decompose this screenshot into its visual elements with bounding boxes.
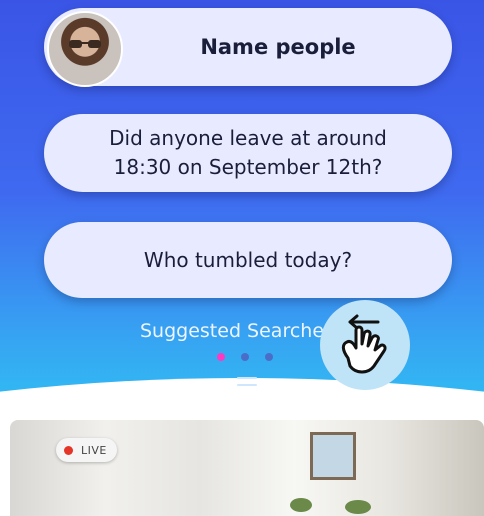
suggestions-panel: Name people Did anyone leave at around 1… — [0, 0, 484, 430]
plant — [345, 500, 371, 514]
live-label: LIVE — [81, 443, 107, 457]
live-badge: LIVE — [56, 438, 117, 462]
prompt-name-people[interactable]: Name people — [44, 8, 452, 87]
prompt-who-tumbled[interactable]: Who tumbled today? — [44, 222, 452, 298]
pagination-dots[interactable] — [217, 353, 273, 361]
glasses-icon — [69, 40, 101, 48]
suggested-searches-label: Suggested Searches — [140, 320, 334, 342]
prompt-label: Name people — [200, 35, 356, 59]
prompt-label: Who tumbled today? — [143, 248, 353, 272]
plant — [290, 498, 312, 512]
wall-picture — [310, 432, 356, 480]
live-dot — [64, 445, 73, 455]
drag-handle[interactable] — [237, 377, 257, 391]
page-dot[interactable] — [217, 353, 225, 361]
live-camera-preview[interactable]: LIVE — [10, 420, 484, 516]
prompt-label: Did anyone leave at around 18:30 on Sept… — [109, 126, 387, 179]
page-dot[interactable] — [265, 353, 273, 361]
prompt-left-at-time[interactable]: Did anyone leave at around 18:30 on Sept… — [44, 114, 452, 192]
swipe-hand-icon — [320, 300, 410, 390]
page-dot[interactable] — [241, 353, 249, 361]
avatar — [47, 11, 123, 87]
